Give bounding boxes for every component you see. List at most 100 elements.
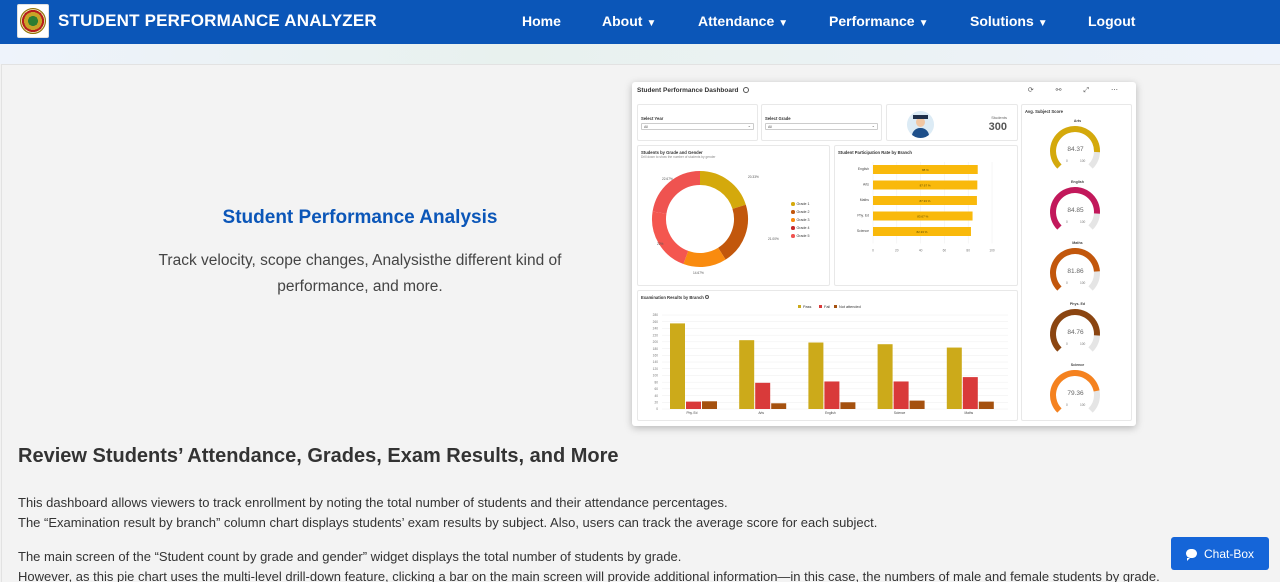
donut-slice <box>683 247 726 267</box>
x-tick-label: 80 <box>966 249 970 253</box>
gauge-min-label: 0 <box>1066 220 1068 224</box>
gauge-value: 84.37 <box>1067 146 1084 153</box>
select-year-label: Select Year <box>641 116 664 121</box>
gauge: English 84.85 0 100 <box>1022 180 1133 240</box>
brand-title[interactable]: STUDENT PERFORMANCE ANALYZER <box>58 11 377 31</box>
y-tick-label: 180 <box>653 347 659 351</box>
gauge-max-label: 100 <box>1080 403 1086 407</box>
x-tick-label: 100 <box>989 249 995 253</box>
bar-value-label: 83.67 % <box>917 215 928 219</box>
x-tick-label: 20 <box>895 249 899 253</box>
exam-column <box>893 381 909 409</box>
exam-panel: Examination Results by Branch 280 260 240 2… <box>637 290 1018 421</box>
gauge-max-label: 100 <box>1080 220 1086 224</box>
donut-slice <box>652 171 701 215</box>
legend-grade-4: Grade 4 <box>791 226 810 230</box>
bar-value-label: 88 % <box>922 168 929 172</box>
exam-column <box>877 344 893 409</box>
x-tick-label: 0 <box>872 249 874 253</box>
nav-attendance[interactable]: Attendance ▼ <box>698 13 788 29</box>
y-tick-label: 260 <box>653 320 659 324</box>
exam-column <box>909 400 925 409</box>
y-tick-label: 80 <box>654 380 658 384</box>
gauges-title: Avg. Subject Score <box>1025 109 1064 114</box>
legend-label: Pass <box>803 305 812 309</box>
x-category-label: Maths <box>964 411 973 415</box>
top-navbar: STUDENT PERFORMANCE ANALYZER Home About ▼… <box>0 0 1280 44</box>
gauge-value: 84.76 <box>1067 329 1084 336</box>
dashboard-title: Student Performance Dashboard <box>637 87 749 94</box>
y-tick-label: 120 <box>653 367 659 371</box>
select-grade-dropdown: All <box>765 123 878 130</box>
participation-panel: Student Participation Rate by Branch 0 20… <box>834 145 1018 286</box>
nav-performance[interactable]: Performance ▼ <box>829 13 929 29</box>
y-tick-label: 220 <box>653 333 659 337</box>
donut-label: 14.67% <box>693 271 704 275</box>
x-category-label: Science <box>894 411 906 415</box>
category-label: Phy. Ed <box>857 214 869 218</box>
exam-column-chart: 280260240220200180160140120100806040200P… <box>653 305 1008 415</box>
chevron-down-icon: ▼ <box>778 18 789 29</box>
legend-swatch <box>834 305 837 308</box>
y-tick-label: 40 <box>654 394 658 398</box>
info-icon <box>742 87 749 94</box>
section-title: Review Students’ Attendance, Grades, Exa… <box>18 445 619 467</box>
logo[interactable] <box>17 4 49 38</box>
student-avatar <box>907 111 934 138</box>
chevron-down-icon: ▼ <box>646 18 657 29</box>
hero-description: Track velocity, scope changes, Analysist… <box>158 252 562 295</box>
exam-column <box>670 323 685 409</box>
category-label: English <box>858 167 869 171</box>
gauge-min-label: 0 <box>1066 342 1068 346</box>
paragraph: However, as this pie chart uses the mult… <box>18 569 1160 582</box>
y-tick-label: 100 <box>653 374 659 378</box>
nav-solutions[interactable]: Solutions ▼ <box>970 13 1048 29</box>
gauge: Maths 81.86 0 100 <box>1022 241 1133 301</box>
gauge-min-label: 0 <box>1066 159 1068 163</box>
legend-grade-3: Grade 3 <box>791 218 810 222</box>
donut-slice <box>652 211 689 265</box>
nav-logout[interactable]: Logout <box>1088 13 1135 29</box>
select-year-panel: Select Year All <box>637 104 758 141</box>
gauge: Phys. Ed 84.76 0 100 <box>1022 302 1133 362</box>
select-year-dropdown: All <box>641 123 754 130</box>
select-grade-label: Select Grade <box>765 116 791 121</box>
seal-icon <box>20 8 46 34</box>
chat-icon <box>1185 549 1197 561</box>
header-strip <box>0 44 1280 64</box>
x-category-label: Arts <box>758 411 764 415</box>
select-grade-panel: Select Grade All <box>761 104 882 141</box>
gauge-value: 79.36 <box>1067 390 1084 397</box>
gauge: Arts 84.37 0 100 <box>1022 119 1133 179</box>
legend-swatch <box>798 305 801 308</box>
y-tick-label: 160 <box>653 353 659 357</box>
exam-column <box>702 401 717 409</box>
legend-grade-2: Grade 2 <box>791 210 810 214</box>
students-label: Students <box>991 115 1007 120</box>
exam-column <box>808 342 824 409</box>
y-tick-label: 140 <box>653 360 659 364</box>
bar-value-label: 82.33 % <box>916 230 927 234</box>
x-category-label: English <box>825 411 836 415</box>
x-tick-label: 60 <box>943 249 947 253</box>
chat-box-button[interactable]: Chat-Box <box>1171 537 1269 570</box>
chevron-down-icon: ▼ <box>1037 18 1048 29</box>
dashboard-preview: Student Performance Dashboard ⟳ ⚯ ⤢ ⋯ Se… <box>632 82 1136 426</box>
exam-column <box>962 377 978 409</box>
bar-value-label: 87.67 % <box>920 184 931 188</box>
donut-slice <box>717 204 748 260</box>
donut-label: 22% <box>657 242 664 246</box>
gauge-value: 84.85 <box>1067 207 1084 214</box>
category-label: Arts <box>863 183 869 187</box>
x-tick-label: 40 <box>919 249 923 253</box>
donut-label: 22.67% <box>662 177 673 181</box>
hero-title: Student Performance Analysis <box>222 207 498 228</box>
paragraph: The “Examination result by branch” colum… <box>18 515 878 530</box>
nav-home[interactable]: Home <box>522 13 561 29</box>
legend-swatch <box>819 305 822 308</box>
paragraph: The main screen of the “Student count by… <box>18 549 682 564</box>
exam-column <box>755 382 771 409</box>
y-tick-label: 200 <box>653 340 659 344</box>
donut-label: 21.00% <box>768 237 779 241</box>
nav-about[interactable]: About ▼ <box>602 13 656 29</box>
